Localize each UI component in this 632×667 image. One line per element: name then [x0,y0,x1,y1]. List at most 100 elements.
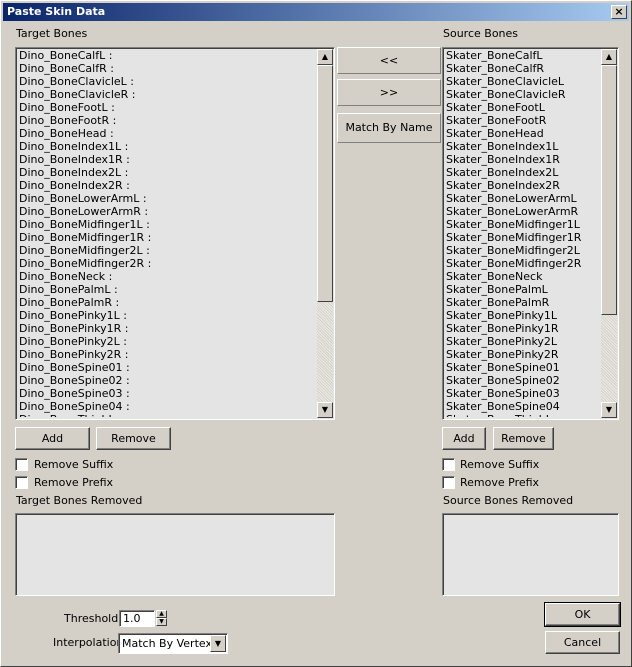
list-item[interactable]: Dino_BoneNeck : [19,270,316,283]
list-item[interactable]: Dino_BoneIndex2L : [19,166,316,179]
list-item[interactable]: Skater_BoneMidfinger1L [446,218,600,231]
list-item[interactable]: Skater_BoneIndex1R [446,153,600,166]
list-item[interactable]: Skater_BoneIndex2L [446,166,600,179]
list-item[interactable]: Dino_BonePinky1L : [19,309,316,322]
list-item[interactable]: Skater_BoneSpine03 [446,387,600,400]
target-remove-prefix-label: Remove Prefix [34,476,114,489]
scrollbar-thumb[interactable] [317,65,333,302]
list-item[interactable]: Dino_BoneSpine03 : [19,387,316,400]
list-item[interactable]: Dino_BoneIndex1L : [19,140,316,153]
list-item[interactable]: Skater_BoneHead [446,127,600,140]
list-item[interactable]: Dino_BoneSpine01 : [19,361,316,374]
list-item[interactable]: Dino_BoneMidfinger2L : [19,244,316,257]
list-item[interactable]: Dino_BoneIndex2R : [19,179,316,192]
source-remove-suffix-checkbox[interactable] [442,458,455,471]
target-bones-removed-list[interactable] [15,513,335,596]
source-bones-items: Skater_BoneCalfL Skater_BoneCalfR Skater_B… [446,49,600,417]
list-item[interactable]: Dino_BoneFootL : [19,101,316,114]
interpolation-label: Interpolation: [53,636,128,649]
list-item[interactable]: Skater_BoneCalfL [446,49,600,62]
list-item[interactable]: Dino_BoneHead : [19,127,316,140]
list-item[interactable]: Skater_BonePinky2R [446,348,600,361]
spinner-down-icon[interactable]: ▼ [156,618,167,626]
list-item[interactable]: Dino_BonePinky2R : [19,348,316,361]
list-item[interactable]: Dino_BoneMidfinger1R : [19,231,316,244]
list-item[interactable]: Dino_BoneClavicleR : [19,88,316,101]
source-add-button[interactable]: Add [442,427,486,450]
list-item[interactable]: Skater_BoneCalfR [446,62,600,75]
list-item[interactable]: Skater_BoneSpine01 [446,361,600,374]
dropdown-arrow-icon[interactable]: ▼ [210,635,226,652]
target-bones-items: Dino_BoneCalfL : Dino_BoneCalfR : Dino_Bon… [19,49,316,417]
list-item[interactable]: Dino_BoneCalfR : [19,62,316,75]
match-by-name-button[interactable]: Match By Name [337,113,441,143]
list-item[interactable]: Skater_BoneSpine04 [446,400,600,413]
list-item[interactable]: Dino_BoneFootR : [19,114,316,127]
list-item[interactable]: Skater_BoneLowerArmL [446,192,600,205]
list-item[interactable]: Skater_BoneClavicleL [446,75,600,88]
list-item[interactable]: Skater_BoneFootL [446,101,600,114]
list-item[interactable]: Skater_BoneMidfinger2R [446,257,600,270]
list-item[interactable]: Dino_BoneClavicleL : [19,75,316,88]
target-remove-suffix-label: Remove Suffix [34,458,114,471]
list-item[interactable]: Dino_BonePinky2L : [19,335,316,348]
interpolation-selected-value: Match By Vertex [122,637,212,650]
list-item[interactable]: Skater_BonePinky1L [446,309,600,322]
list-item[interactable]: Skater_BoneClavicleR [446,88,600,101]
list-item[interactable]: Skater_BoneThighL [446,413,600,417]
target-remove-suffix-checkbox[interactable] [15,458,28,471]
list-item[interactable]: Dino_BoneSpine02 : [19,374,316,387]
list-item[interactable]: Dino_BonePinky1R : [19,322,316,335]
source-remove-button[interactable]: Remove [493,427,554,450]
list-item[interactable]: Skater_BonePalmL [446,283,600,296]
interpolation-select[interactable]: Match By Vertex ▼ [118,633,228,654]
source-bones-removed-list[interactable] [442,513,619,596]
list-item[interactable]: Skater_BonePinky2L [446,335,600,348]
source-bones-list[interactable]: Skater_BoneCalfL Skater_BoneCalfR Skater_B… [442,47,619,420]
list-item[interactable]: Skater_BoneMidfinger1R [446,231,600,244]
list-item[interactable]: Skater_BoneFootR [446,114,600,127]
list-item[interactable]: Dino_BonePalmR : [19,296,316,309]
list-item[interactable]: Skater_BoneLowerArmR [446,205,600,218]
source-bones-scrollbar[interactable]: ▲ ▼ [601,49,617,418]
source-remove-prefix-checkbox[interactable] [442,476,455,489]
list-item[interactable]: Skater_BoneSpine02 [446,374,600,387]
scroll-down-arrow-icon[interactable]: ▼ [601,402,617,418]
scroll-down-arrow-icon[interactable]: ▼ [317,402,333,418]
close-button[interactable]: × [611,5,627,19]
list-item[interactable]: Skater_BonePalmR [446,296,600,309]
list-item[interactable]: Skater_BoneMidfinger2L [446,244,600,257]
move-left-button[interactable]: << [337,47,441,74]
list-item[interactable]: Dino_BoneMidfinger1L : [19,218,316,231]
list-item[interactable]: Dino_BoneSpine04 : [19,400,316,413]
scrollbar-thumb[interactable] [601,65,617,315]
list-item[interactable]: Dino_BoneCalfL : [19,49,316,62]
title-bar[interactable]: Paste Skin Data × [3,3,629,21]
list-item[interactable]: Dino_BoneLowerArmR : [19,205,316,218]
list-item[interactable]: Dino_BoneIndex1R : [19,153,316,166]
list-item[interactable]: Dino_BoneThighL : [19,413,316,417]
target-add-button[interactable]: Add [15,427,90,450]
threshold-label: Threshold: [64,612,122,625]
list-item[interactable]: Dino_BoneMidfinger2R : [19,257,316,270]
list-item[interactable]: Dino_BoneLowerArmL : [19,192,316,205]
list-item[interactable]: Skater_BoneNeck [446,270,600,283]
move-right-button[interactable]: >> [337,79,441,106]
spinner-up-icon[interactable]: ▲ [156,610,167,618]
scroll-up-arrow-icon[interactable]: ▲ [317,49,333,65]
list-item[interactable]: Skater_BoneIndex2R [446,179,600,192]
target-remove-button[interactable]: Remove [96,427,171,450]
target-remove-prefix-checkbox[interactable] [15,476,28,489]
target-bones-list[interactable]: Dino_BoneCalfL : Dino_BoneCalfR : Dino_Bon… [15,47,335,420]
list-item[interactable]: Skater_BoneIndex1L [446,140,600,153]
cancel-button[interactable]: Cancel [545,631,620,654]
threshold-input[interactable]: 1.0 [119,610,155,627]
list-item[interactable]: Dino_BonePalmL : [19,283,316,296]
source-remove-suffix-label: Remove Suffix [460,458,540,471]
scroll-up-arrow-icon[interactable]: ▲ [601,49,617,65]
source-bones-removed-label: Source Bones Removed [443,494,574,507]
list-item[interactable]: Skater_BonePinky1R [446,322,600,335]
target-bones-scrollbar[interactable]: ▲ ▼ [317,49,333,418]
target-bones-removed-label: Target Bones Removed [16,494,143,507]
ok-button[interactable]: OK [544,602,621,627]
